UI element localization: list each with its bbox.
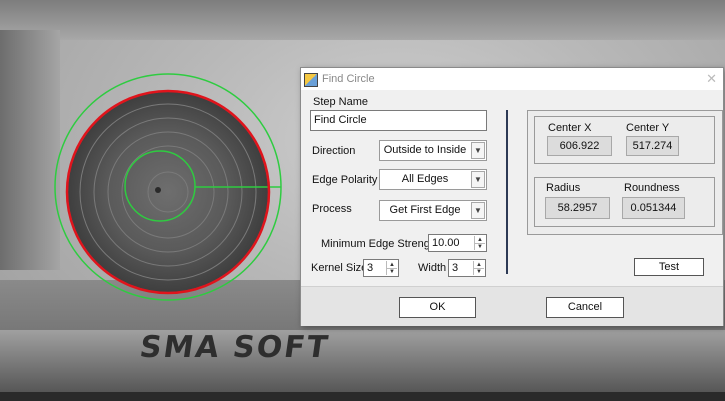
- radius-group: Radius 58.2957 Roundness 0.051344: [534, 177, 715, 227]
- process-select[interactable]: Get First Edge ▼: [379, 200, 487, 221]
- min-edge-strength-spinner[interactable]: 10.00 ▲ ▼: [428, 234, 487, 252]
- width-spinner[interactable]: 3 ▲ ▼: [448, 259, 486, 277]
- kernel-size-label: Kernel Size: [311, 262, 368, 274]
- center-x-label: Center X: [548, 122, 592, 134]
- step-name-label: Step Name: [313, 96, 369, 108]
- roundness-label: Roundness: [624, 182, 680, 194]
- kernel-size-spinner[interactable]: 3 ▲ ▼: [363, 259, 399, 277]
- vertical-separator: [506, 110, 508, 274]
- spinner-controls: ▲ ▼: [474, 236, 485, 250]
- spinner-controls: ▲ ▼: [473, 261, 484, 275]
- spinner-controls: ▲ ▼: [386, 261, 397, 275]
- close-icon[interactable]: ✕: [706, 71, 717, 87]
- spin-down-icon[interactable]: ▼: [475, 243, 485, 250]
- app-icon: [304, 73, 318, 87]
- target-disc: [68, 92, 268, 292]
- width-label: Width: [418, 262, 447, 274]
- min-edge-strength-value: 10.00: [432, 237, 460, 249]
- find-circle-dialog: Find Circle ✕ Step Name Find Circle Dire…: [300, 67, 724, 326]
- roundness-value: 0.051344: [622, 197, 685, 219]
- edge-polarity-select[interactable]: All Edges ▼: [379, 169, 487, 190]
- radius-value: 58.2957: [545, 197, 610, 219]
- cancel-button[interactable]: Cancel: [546, 297, 624, 318]
- title-bar[interactable]: Find Circle ✕: [301, 68, 723, 90]
- chevron-down-icon[interactable]: ▼: [471, 171, 485, 188]
- radius-label: Radius: [546, 182, 581, 194]
- kernel-size-value: 3: [367, 262, 374, 274]
- center-group: Center X 606.922 Center Y 517.274: [534, 116, 715, 164]
- ok-button[interactable]: OK: [399, 297, 476, 318]
- direction-label: Direction: [312, 145, 356, 157]
- dialog-footer: OK Cancel: [301, 286, 723, 326]
- direction-select[interactable]: Outside to Inside ▼: [379, 140, 487, 161]
- center-dot: [155, 187, 161, 193]
- chevron-down-icon[interactable]: ▼: [471, 202, 485, 219]
- edge-polarity-label: Edge Polarity: [312, 174, 378, 186]
- process-label: Process: [312, 203, 352, 215]
- width-value: 3: [452, 262, 459, 274]
- direction-value: Outside to Inside: [383, 144, 467, 156]
- process-value: Get First Edge: [389, 204, 461, 216]
- min-edge-strength-label: Minimum Edge Strength: [321, 238, 439, 250]
- spin-down-icon[interactable]: ▼: [387, 268, 397, 275]
- edge-polarity-value: All Edges: [401, 173, 449, 185]
- spin-down-icon[interactable]: ▼: [474, 268, 484, 275]
- step-name-field[interactable]: Find Circle: [310, 110, 487, 131]
- test-button[interactable]: Test: [634, 258, 704, 276]
- center-x-value: 606.922: [547, 136, 612, 156]
- center-y-value: 517.274: [626, 136, 679, 156]
- dialog-title: Find Circle: [322, 73, 375, 85]
- chevron-down-icon[interactable]: ▼: [471, 142, 485, 159]
- center-y-label: Center Y: [626, 122, 670, 134]
